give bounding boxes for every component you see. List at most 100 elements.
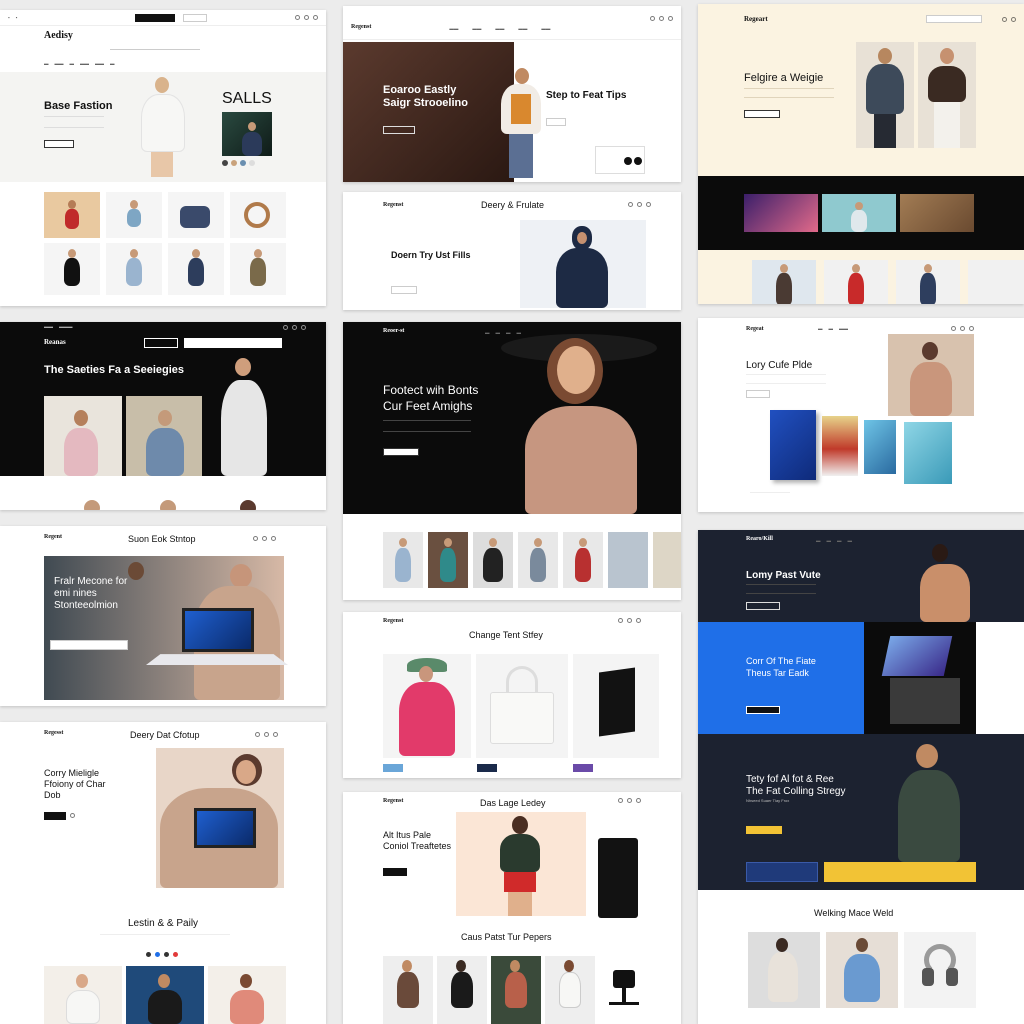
product-card[interactable] (608, 532, 648, 588)
side-link-button[interactable] (546, 118, 566, 126)
cart-icon[interactable] (313, 15, 318, 20)
promo-cta-button[interactable] (746, 826, 782, 834)
product-card[interactable] (599, 956, 649, 1024)
product-card[interactable] (826, 932, 898, 1008)
utility-icons[interactable] (295, 15, 318, 20)
search-input[interactable] (183, 13, 208, 22)
search-input[interactable] (925, 15, 982, 23)
hero-cta-button[interactable] (746, 390, 770, 398)
promo-badge-yellow[interactable] (824, 862, 976, 882)
utility-icons[interactable] (253, 536, 276, 541)
product-card[interactable] (491, 956, 541, 1024)
hero-cta-button[interactable] (383, 448, 419, 456)
product-card[interactable] (168, 192, 224, 238)
utility-icons[interactable] (951, 326, 974, 331)
site-logo[interactable]: Rearo/Kill (746, 536, 773, 542)
panel-cta-button[interactable] (746, 706, 780, 714)
promo-tile-1[interactable] (744, 194, 818, 232)
product-card[interactable] (437, 956, 487, 1024)
product-card[interactable] (563, 532, 603, 588)
product-card[interactable] (904, 932, 976, 1008)
user-icon[interactable] (1002, 16, 1007, 22)
search-input[interactable] (144, 338, 178, 348)
product-card[interactable] (752, 260, 816, 304)
product-card[interactable] (473, 532, 513, 588)
product-card[interactable] (545, 956, 595, 1024)
utility-icons[interactable] (618, 618, 641, 623)
product-card[interactable] (44, 243, 100, 295)
hero-cta-button[interactable] (744, 110, 780, 118)
model-photo-3[interactable] (205, 348, 283, 476)
play-icon[interactable] (70, 813, 75, 818)
model-photo-2[interactable] (126, 396, 202, 476)
sale-thumbnail[interactable] (222, 112, 272, 156)
search-icon[interactable] (650, 16, 655, 21)
utility-icons[interactable] (283, 325, 306, 330)
site-logo[interactable]: Regeat (746, 326, 764, 332)
magazine-1[interactable] (822, 416, 858, 476)
cart-widget[interactable] (595, 146, 645, 174)
product-card[interactable] (230, 243, 286, 295)
site-logo[interactable]: Regenst (383, 202, 403, 208)
book-blue[interactable] (770, 410, 816, 480)
product-card[interactable] (383, 532, 423, 588)
model-photo-2[interactable] (918, 42, 976, 148)
user-icon[interactable] (295, 15, 300, 20)
hero-cta-button[interactable] (391, 286, 417, 294)
site-logo[interactable]: Regenst (351, 24, 371, 30)
topbar-dark-button[interactable] (135, 13, 176, 22)
product-card[interactable] (824, 260, 888, 304)
site-logo[interactable]: Reoer-st (383, 328, 404, 334)
hero-shop-button[interactable] (44, 140, 74, 148)
product-card[interactable] (106, 243, 162, 295)
model-photo-1[interactable] (44, 396, 122, 476)
site-logo[interactable]: Reanas (44, 338, 66, 346)
product-device[interactable] (573, 654, 659, 758)
email-field[interactable] (50, 640, 128, 650)
header-search-bar[interactable] (110, 44, 200, 50)
site-logo[interactable]: Regent (44, 534, 62, 540)
product-jacket[interactable] (383, 654, 471, 758)
hero-cta-button[interactable] (383, 126, 415, 134)
magazine-3[interactable] (904, 422, 952, 484)
hero-cta-button[interactable] (44, 812, 66, 820)
product-card[interactable] (896, 260, 960, 304)
user-icon[interactable] (659, 16, 664, 21)
product-card[interactable] (230, 192, 286, 238)
heart-icon[interactable] (304, 15, 309, 20)
product-speaker[interactable] (598, 838, 638, 918)
cart-icon[interactable] (668, 16, 673, 21)
promo-tile-2[interactable] (822, 194, 896, 232)
product-card[interactable] (208, 966, 286, 1024)
product-card[interactable] (126, 966, 204, 1024)
product-card[interactable] (653, 532, 681, 588)
model-photo-1[interactable] (856, 42, 914, 148)
product-card[interactable] (383, 956, 433, 1024)
product-card[interactable] (748, 932, 820, 1008)
social-icons[interactable] (146, 952, 178, 957)
site-logo[interactable]: Aedisy (44, 30, 73, 41)
hero-cta-button[interactable] (383, 868, 407, 876)
product-card[interactable] (106, 192, 162, 238)
search-bar-light[interactable] (184, 338, 282, 348)
product-card[interactable] (44, 192, 100, 238)
product-card[interactable] (428, 532, 468, 588)
color-swatches[interactable] (222, 160, 255, 166)
product-card[interactable] (968, 260, 1024, 304)
site-logo[interactable]: Regenst (383, 618, 403, 624)
product-bag[interactable] (476, 654, 568, 758)
hero-cta-button[interactable] (746, 602, 780, 610)
product-card[interactable] (44, 966, 122, 1024)
circle-avatars[interactable] (0, 500, 326, 510)
site-logo[interactable]: Regesst (44, 730, 63, 736)
utility-icons[interactable] (255, 732, 278, 737)
utility-icons[interactable] (618, 798, 641, 803)
product-card[interactable] (518, 532, 558, 588)
product-card[interactable] (168, 243, 224, 295)
promo-tile-3[interactable] (900, 194, 974, 232)
site-logo[interactable]: Regenst (383, 798, 403, 804)
site-logo[interactable]: Regeart (744, 15, 768, 23)
promo-badge-blue[interactable] (746, 862, 818, 882)
utility-icons[interactable] (628, 202, 651, 207)
cart-icon[interactable] (1011, 16, 1016, 22)
